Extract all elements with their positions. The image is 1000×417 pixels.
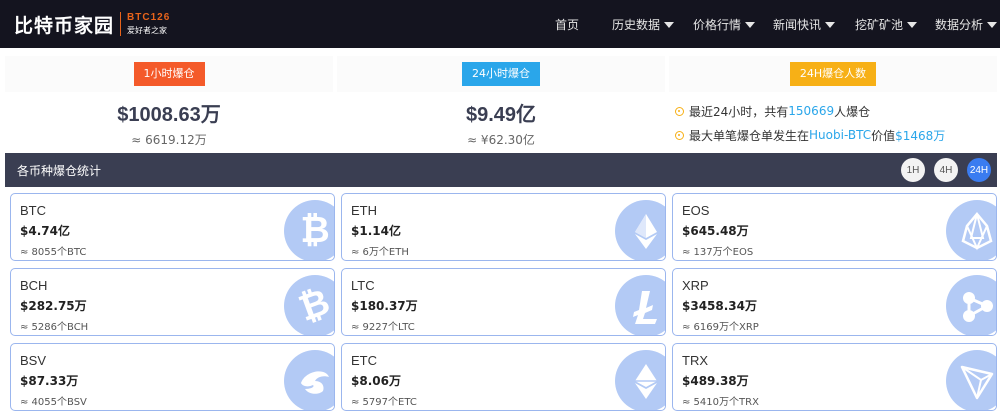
clock-icon <box>675 130 684 140</box>
menu-item-home[interactable]: 首页 <box>555 16 579 33</box>
menu-item-mining-pools[interactable]: 挖矿矿池 <box>855 16 918 33</box>
people-count: 150669 <box>788 104 835 118</box>
sub-24h: ≈ ¥62.30亿 <box>467 133 535 147</box>
coin-name: EOS <box>682 203 710 218</box>
coin-card-trx[interactable]: TRX $489.38万 ≈ 5410万个TRX <box>672 343 997 411</box>
coin-card-xrp[interactable]: XRP $3458.34万 ≈ 6169万个XRP <box>672 268 997 336</box>
value-24h: $9.49亿 <box>465 104 537 126</box>
coin-value: $8.06万 <box>351 374 401 388</box>
liquidation-summary: 1小时爆仓 $1008.63万 ≈ 6619.12万 24小时爆仓 $9.49亿… <box>5 56 997 150</box>
value-1h: $1008.63万 <box>117 104 221 126</box>
caret-down-icon <box>745 21 756 28</box>
menu-item-label: 挖矿矿池 <box>855 18 904 32</box>
tron-icon <box>946 350 996 410</box>
bitcoin-cash-icon: ₿ <box>284 275 334 335</box>
ethereum-classic-icon <box>615 350 665 410</box>
menu-item-label: 数据分析 <box>935 18 984 32</box>
coin-name: BTC <box>20 203 46 218</box>
main-menu: 首页 历史数据 价格行情 新闻快讯 挖矿矿池 数据分析 <box>0 0 1000 48</box>
badge-people: 24H爆仓人数 <box>789 62 877 86</box>
coin-name: ETH <box>351 203 377 218</box>
summary-1h: 1小时爆仓 $1008.63万 ≈ 6619.12万 <box>5 56 333 150</box>
largest-value: $1468万 <box>895 128 946 143</box>
eos-icon <box>946 200 996 260</box>
top-nav: 比特币家园 BTC126 爱好者之家 首页 历史数据 价格行情 新闻快讯 挖矿矿… <box>0 0 1000 48</box>
ethereum-icon <box>615 200 665 260</box>
toggle-1h[interactable]: 1H <box>901 158 925 182</box>
clock-icon <box>675 106 684 116</box>
coin-card-etc[interactable]: ETC $8.06万 ≈ 5797个ETC <box>341 343 666 411</box>
time-range-toggles: 1H 4H 24H <box>892 158 991 182</box>
menu-item-label: 历史数据 <box>612 18 661 32</box>
coin-card-eos[interactable]: EOS $645.48万 ≈ 137万个EOS <box>672 193 997 261</box>
coin-card-btc[interactable]: BTC $4.74亿 ≈ 8055个BTC ₿ <box>10 193 335 261</box>
coin-name: XRP <box>682 278 709 293</box>
coin-amount: ≈ 6万个ETH <box>351 247 409 258</box>
coin-value: $1.14亿 <box>351 224 401 238</box>
section-title: 各币种爆仓统计 <box>17 163 102 178</box>
coin-amount: ≈ 137万个EOS <box>682 247 754 258</box>
coin-card-ltc[interactable]: LTC $180.37万 ≈ 9227个LTC <box>341 268 666 336</box>
menu-item-news[interactable]: 新闻快讯 <box>773 16 836 33</box>
coin-card-bsv[interactable]: BSV $87.33万 ≈ 4055个BSV <box>10 343 335 411</box>
coin-card-bch[interactable]: BCH $282.75万 ≈ 5286个BCH ₿ <box>10 268 335 336</box>
coin-name: LTC <box>351 278 375 293</box>
litecoin-icon <box>615 275 665 335</box>
menu-item-label: 新闻快讯 <box>773 18 822 32</box>
coin-amount: ≈ 5286个BCH <box>20 322 89 333</box>
caret-down-icon <box>664 21 675 28</box>
coin-amount: ≈ 6169万个XRP <box>682 322 759 333</box>
coin-name: BCH <box>20 278 48 293</box>
bitcoin-sv-icon <box>284 350 334 410</box>
ripple-icon <box>946 275 996 335</box>
coin-amount: ≈ 5797个ETC <box>351 397 417 408</box>
coin-amount: ≈ 4055个BSV <box>20 397 87 408</box>
caret-down-icon <box>825 21 836 28</box>
bitcoin-icon: ₿ <box>284 200 334 260</box>
toggle-24h[interactable]: 24H <box>967 158 991 182</box>
coin-value: $645.48万 <box>682 224 749 238</box>
info-line-largest: 最大单笔爆仓单发生在 Huobi-BTC 价值 $1468万 <box>675 126 997 144</box>
badge-1h: 1小时爆仓 <box>133 62 205 86</box>
caret-down-icon <box>907 21 918 28</box>
menu-item-price-quotes[interactable]: 价格行情 <box>693 16 756 33</box>
coin-stats-header: 各币种爆仓统计 1H 4H 24H <box>5 153 997 187</box>
coin-amount: ≈ 9227个LTC <box>351 322 415 333</box>
sub-1h: ≈ 6619.12万 <box>131 133 207 147</box>
summary-24h: 24小时爆仓 $9.49亿 ≈ ¥62.30亿 <box>337 56 665 150</box>
menu-item-data-analysis[interactable]: 数据分析 <box>935 16 998 33</box>
coin-name: BSV <box>20 353 47 368</box>
coin-amount: ≈ 8055个BTC <box>20 247 87 258</box>
coin-name: ETC <box>351 353 377 368</box>
menu-item-label: 首页 <box>555 18 580 32</box>
summary-people: 24H爆仓人数 最近24小时，共有 150669 人爆仓 最大单笔爆仓单发生在 Huo… <box>669 56 997 150</box>
coin-value: $180.37万 <box>351 299 418 313</box>
caret-down-icon <box>987 21 998 28</box>
coin-value: $4.74亿 <box>20 224 70 238</box>
coin-value: $489.38万 <box>682 374 749 388</box>
info-line-count: 最近24小时，共有 150669 人爆仓 <box>675 102 997 120</box>
coin-name: TRX <box>682 353 708 368</box>
largest-exchange-link[interactable]: Huobi-BTC <box>809 128 871 142</box>
menu-item-label: 价格行情 <box>693 18 742 32</box>
coin-card-eth[interactable]: ETH $1.14亿 ≈ 6万个ETH <box>341 193 666 261</box>
coin-amount: ≈ 5410万个TRX <box>682 397 759 408</box>
toggle-4h[interactable]: 4H <box>934 158 958 182</box>
coin-value: $87.33万 <box>20 374 79 388</box>
badge-24h: 24小时爆仓 <box>462 62 540 86</box>
menu-item-history-data[interactable]: 历史数据 <box>612 16 675 33</box>
coin-value: $3458.34万 <box>682 299 758 313</box>
coin-value: $282.75万 <box>20 299 87 313</box>
